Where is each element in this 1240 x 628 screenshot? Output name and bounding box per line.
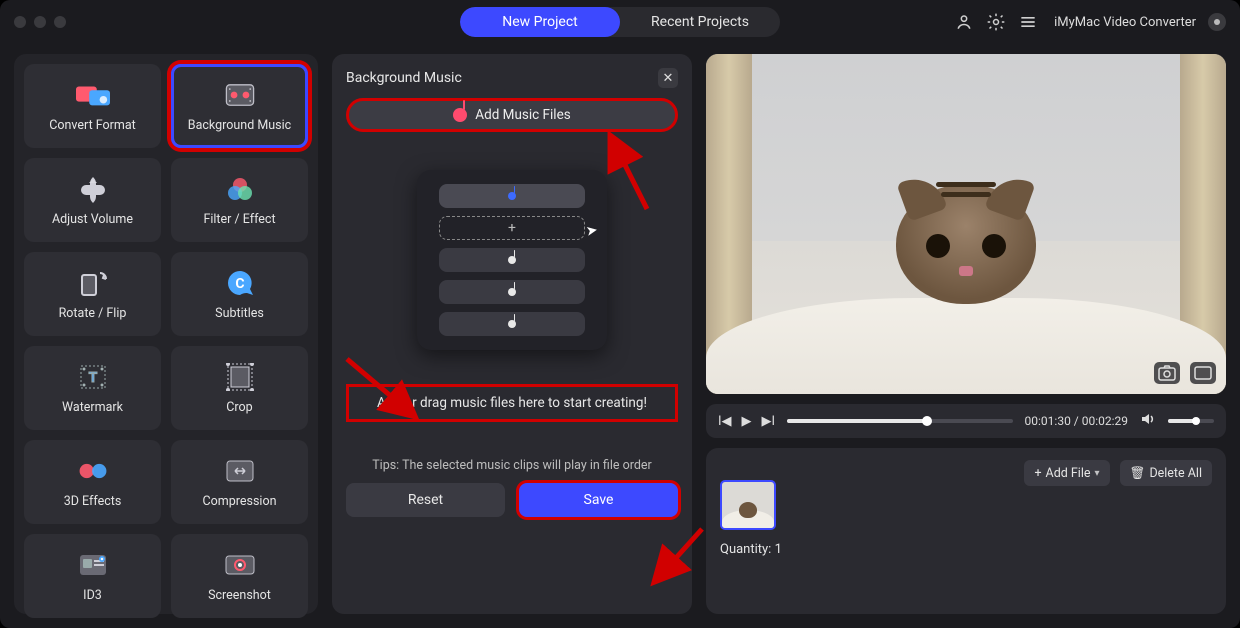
titlebar: New Project Recent Projects iMyMac Video… <box>0 0 1240 44</box>
brand-logo-icon <box>1208 13 1226 31</box>
content-area: Convert Format Background Music Adjust V… <box>0 44 1240 628</box>
tool-label: Compression <box>203 494 277 509</box>
window-controls[interactable] <box>14 16 66 28</box>
music-slot[interactable] <box>439 248 585 272</box>
music-note-icon <box>508 288 516 296</box>
tool-rotate-flip[interactable]: Rotate / Flip <box>24 252 161 336</box>
fullscreen-icon[interactable] <box>1190 362 1216 384</box>
account-icon[interactable] <box>954 12 974 32</box>
tool-label: Watermark <box>62 400 123 415</box>
volume-icon[interactable] <box>1140 411 1156 431</box>
drop-hint: Add or drag music files here to start cr… <box>346 384 678 422</box>
tips-label: Tips: The selected music clips will play… <box>346 458 678 473</box>
music-note-icon <box>453 108 467 122</box>
save-button[interactable]: Save <box>519 483 678 517</box>
tool-id3[interactable]: ID3 <box>24 534 161 618</box>
app-name-label: iMyMac Video Converter <box>1054 15 1196 30</box>
tool-label: Adjust Volume <box>52 212 133 227</box>
tool-label: Filter / Effect <box>203 212 275 227</box>
tool-label: Rotate / Flip <box>59 306 127 321</box>
tool-label: Convert Format <box>49 118 136 133</box>
cursor-icon: ➤ <box>585 222 599 240</box>
play-button[interactable]: ▶ <box>742 414 752 429</box>
background-music-panel: Background Music ✕ Add Music Files +➤ Ad… <box>332 54 692 614</box>
tool-watermark[interactable]: T Watermark <box>24 346 161 430</box>
add-music-label: Add Music Files <box>475 107 570 123</box>
music-note-icon <box>508 320 516 328</box>
quantity-label: Quantity: 1 <box>720 542 1212 557</box>
id3-icon <box>76 550 110 580</box>
watermark-icon: T <box>76 362 110 392</box>
tool-3d-effects[interactable]: 3D Effects <box>24 440 161 524</box>
background-music-icon <box>223 80 257 110</box>
threed-effects-icon <box>76 456 110 486</box>
close-window-icon[interactable] <box>14 16 26 28</box>
tool-grid: Convert Format Background Music Adjust V… <box>14 54 318 614</box>
tool-background-music[interactable]: Background Music <box>171 64 308 148</box>
tool-label: Screenshot <box>208 588 271 603</box>
music-slot[interactable] <box>439 280 585 304</box>
time-display: 00:01:30 / 00:02:29 <box>1025 414 1128 428</box>
playback-buttons: I◀ ▶ ▶I <box>718 414 775 429</box>
tool-filter-effect[interactable]: Filter / Effect <box>171 158 308 242</box>
panel-title: Background Music <box>346 70 462 86</box>
settings-icon[interactable] <box>986 12 1006 32</box>
preview-image <box>706 54 1226 394</box>
subtitles-icon: C <box>223 268 257 298</box>
svg-text:C: C <box>235 276 244 292</box>
delete-all-button[interactable]: 🗑Delete All <box>1120 460 1212 486</box>
tool-label: Subtitles <box>215 306 264 321</box>
file-thumbnail[interactable] <box>720 480 776 530</box>
music-drop-area[interactable]: +➤ <box>417 170 607 350</box>
player-controls: I◀ ▶ ▶I 00:01:30 / 00:02:29 <box>706 404 1226 438</box>
tool-screenshot[interactable]: Screenshot <box>171 534 308 618</box>
menu-icon[interactable] <box>1018 12 1038 32</box>
rotate-flip-icon <box>76 268 110 298</box>
tool-label: 3D Effects <box>64 494 122 509</box>
tab-new-project[interactable]: New Project <box>460 7 620 37</box>
screenshot-icon <box>223 550 257 580</box>
plus-icon: + <box>508 220 516 236</box>
tab-recent-projects[interactable]: Recent Projects <box>620 7 780 37</box>
snapshot-icon[interactable] <box>1154 362 1180 384</box>
svg-text:T: T <box>88 370 97 386</box>
music-slot[interactable] <box>439 312 585 336</box>
adjust-volume-icon <box>76 174 110 204</box>
music-slot-add[interactable]: +➤ <box>439 216 585 240</box>
right-panel: I◀ ▶ ▶I 00:01:30 / 00:02:29 + <box>706 54 1226 614</box>
close-panel-button[interactable]: ✕ <box>658 68 678 88</box>
music-note-icon <box>508 256 516 264</box>
tool-label: Crop <box>226 400 252 415</box>
tool-compression[interactable]: Compression <box>171 440 308 524</box>
prev-button[interactable]: I◀ <box>718 414 732 429</box>
app-window: New Project Recent Projects iMyMac Video… <box>0 0 1240 628</box>
tool-subtitles[interactable]: C Subtitles <box>171 252 308 336</box>
zoom-window-icon[interactable] <box>54 16 66 28</box>
minimize-window-icon[interactable] <box>34 16 46 28</box>
music-note-icon <box>508 192 516 200</box>
tool-crop[interactable]: Crop <box>171 346 308 430</box>
add-music-files-button[interactable]: Add Music Files <box>346 98 678 132</box>
tool-convert-format[interactable]: Convert Format <box>24 64 161 148</box>
add-file-button[interactable]: +Add File▾ <box>1024 460 1109 486</box>
volume-slider[interactable] <box>1168 419 1214 423</box>
seek-bar[interactable] <box>787 419 1012 423</box>
titlebar-right: iMyMac Video Converter <box>954 12 1226 32</box>
tool-adjust-volume[interactable]: Adjust Volume <box>24 158 161 242</box>
compression-icon <box>223 456 257 486</box>
filter-effect-icon <box>223 174 257 204</box>
convert-format-icon <box>76 80 110 110</box>
trash-icon: 🗑 <box>1130 466 1146 481</box>
tool-label: ID3 <box>83 588 102 603</box>
crop-icon <box>223 362 257 392</box>
tool-label: Background Music <box>188 118 291 133</box>
panel-buttons: Reset Save <box>346 483 678 517</box>
reset-button[interactable]: Reset <box>346 483 505 517</box>
music-slot[interactable] <box>439 184 585 208</box>
video-preview <box>706 54 1226 394</box>
project-tabs: New Project Recent Projects <box>460 7 780 37</box>
file-list-panel: +Add File▾ 🗑Delete All Quantity: 1 <box>706 448 1226 614</box>
next-button[interactable]: ▶I <box>762 414 776 429</box>
